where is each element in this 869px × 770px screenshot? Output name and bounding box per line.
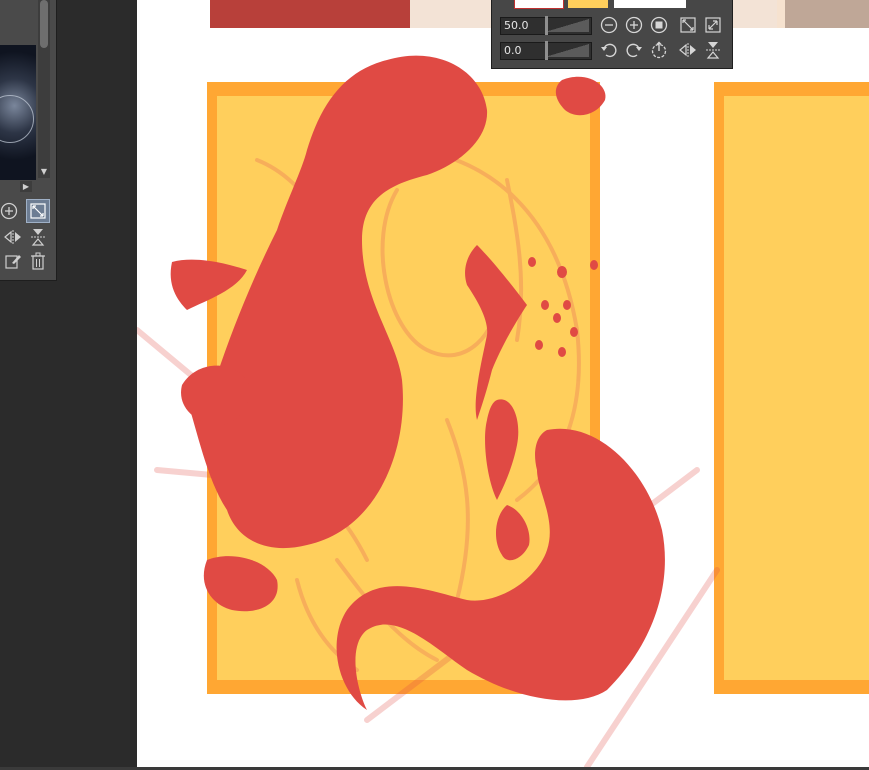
stop-circle-icon [650,16,668,34]
fit-window-button[interactable] [26,199,50,223]
flip-vertical-button-palette[interactable] [703,40,723,60]
flip-vertical-icon [706,42,720,59]
zoom-out-button[interactable] [599,15,619,35]
flip-horizontal-icon [679,43,696,57]
rotate-right-button[interactable] [624,40,644,60]
zoom-field[interactable]: 50.0 [500,16,592,35]
view-control-palette: 50.0 0.0 [491,0,733,69]
reference-right-shadow [785,0,869,28]
zoom-slider[interactable] [545,19,589,32]
rotation-slider[interactable] [545,44,589,57]
scroll-right-button[interactable]: ▶ [20,181,32,192]
rotate-left-icon [601,43,617,58]
rotation-value: 0.0 [504,44,522,57]
nav-tool-row-2 [0,226,52,248]
delete-button[interactable] [27,250,49,272]
navigator-scrollbar[interactable] [38,0,50,178]
rotation-slider-knob[interactable] [545,41,548,60]
plus-circle-icon [625,16,643,34]
rotate-right-icon [626,43,642,58]
minus-circle-icon [600,16,618,34]
flip-horizontal-button-palette[interactable] [678,40,698,60]
trash-icon [31,252,45,270]
preview-ring [0,95,34,143]
actual-size-button[interactable] [703,15,723,35]
canvas-thumbnails [514,0,686,9]
navigator-panel: ▼ ▶ [0,0,57,281]
nav-tool-row-1 [0,199,52,223]
artwork [137,0,869,767]
thumbnail-1[interactable] [514,0,564,9]
fit-window-icon [30,203,46,219]
stop-button[interactable] [649,15,669,35]
flip-horizontal-icon [4,230,21,244]
plus-circle-icon [0,202,18,220]
reset-rotation-icon [651,41,667,59]
flip-vertical-button[interactable] [27,226,49,248]
nav-tool-row-3 [0,250,52,272]
reset-rotation-button[interactable] [649,40,669,60]
zoom-in-button-palette[interactable] [624,15,644,35]
flip-vertical-icon [31,229,45,246]
edit-icon [5,255,21,269]
fit-window-button-palette[interactable] [678,15,698,35]
thumbnail-3[interactable] [614,0,686,8]
rotation-field[interactable]: 0.0 [500,41,592,60]
flip-horizontal-button[interactable] [2,226,24,248]
edit-button[interactable] [2,250,24,272]
scroll-down-button[interactable]: ▼ [38,166,50,177]
right-frame-fill [724,96,869,680]
scrollbar-thumb[interactable] [40,0,48,48]
zoom-slider-knob[interactable] [545,16,548,35]
zoom-value: 50.0 [504,19,529,32]
rotate-left-button[interactable] [599,40,619,60]
zoom-in-button[interactable] [0,200,20,222]
navigator-preview[interactable] [0,45,36,180]
fit-window-icon [680,17,696,33]
expand-icon [705,17,721,33]
reference-left [210,0,410,28]
drawing-canvas[interactable] [137,0,869,767]
thumbnail-2[interactable] [568,0,608,8]
